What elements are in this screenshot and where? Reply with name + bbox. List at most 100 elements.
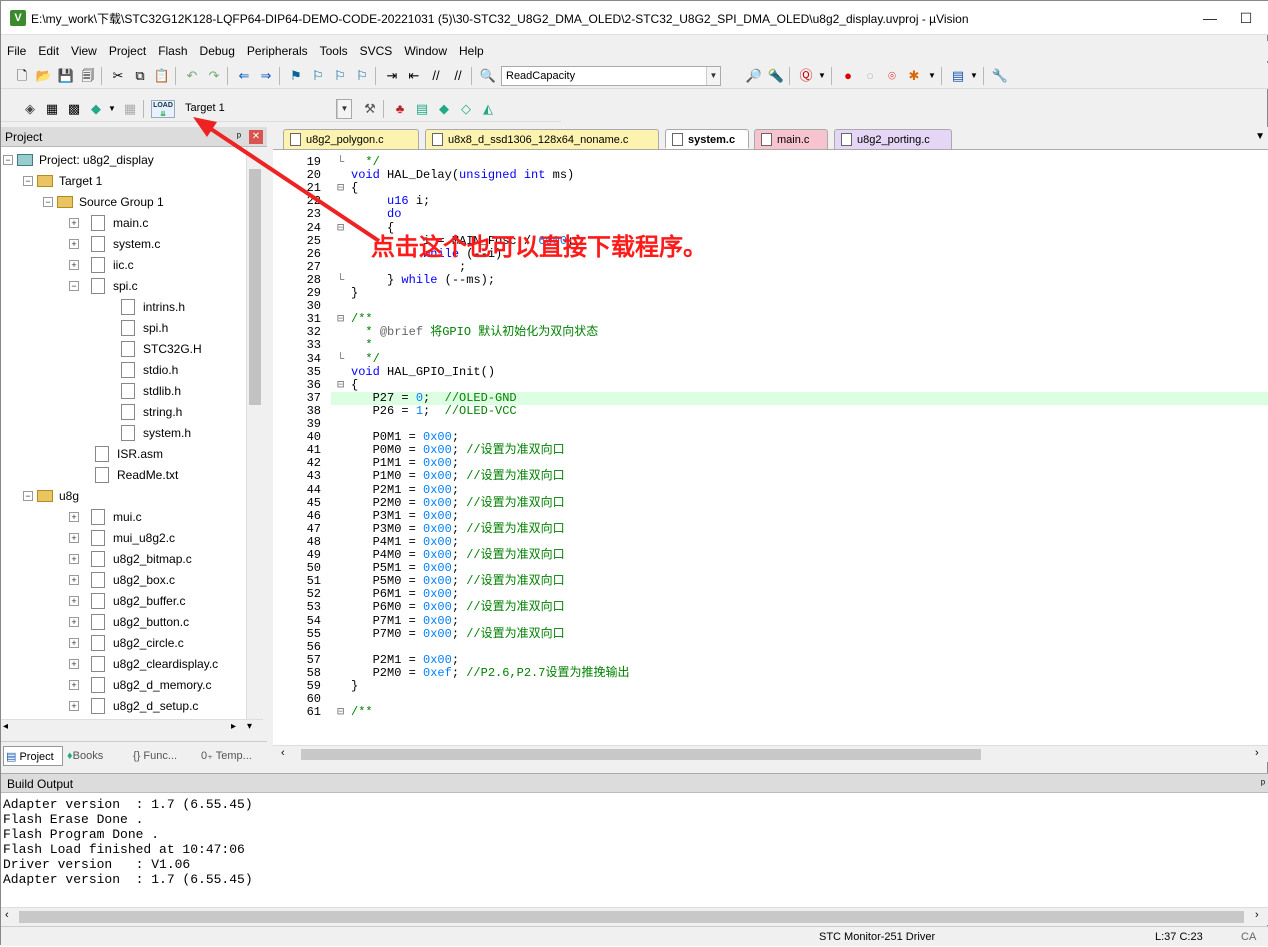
tree-item[interactable]: ReadMe.txt <box>1 464 246 486</box>
expand-icon[interactable]: + <box>69 554 79 564</box>
enable-breakpoint-icon[interactable]: ○ <box>861 67 879 85</box>
manage-components-icon[interactable]: ▤ <box>413 100 431 118</box>
scrollbar-thumb[interactable] <box>19 911 1244 923</box>
menu-flash[interactable]: Flash <box>152 41 193 61</box>
find-combo[interactable]: ReadCapacity ▼ <box>501 66 721 86</box>
chevron-down-icon[interactable]: ▼ <box>923 67 941 85</box>
menu-view[interactable]: View <box>65 41 103 61</box>
chevron-right-icon[interactable]: › <box>1255 747 1259 759</box>
chevron-down-icon[interactable]: ▼ <box>813 67 831 85</box>
fold-marker-icon[interactable]: └ <box>337 353 344 365</box>
expand-icon[interactable]: + <box>69 575 79 585</box>
code-line[interactable]: 60 <box>273 693 1268 705</box>
next-bookmark-icon[interactable]: ⚐ <box>331 67 349 85</box>
tree-item[interactable]: + main.c <box>1 212 246 234</box>
tree-item[interactable]: − spi.c <box>1 275 246 297</box>
comment-icon[interactable]: // <box>427 67 445 85</box>
editor-hscrollbar[interactable]: ‹ › <box>273 745 1268 762</box>
fold-marker-icon[interactable]: └ <box>337 274 344 286</box>
code-line[interactable]: 45 P2M0 = 0x00; //设置为准双向口 <box>273 497 1268 509</box>
expand-icon[interactable]: + <box>69 533 79 543</box>
expand-icon[interactable]: + <box>69 260 79 270</box>
tree-item[interactable]: stdio.h <box>1 359 246 381</box>
build-output-hscrollbar[interactable]: ‹ › <box>1 907 1268 925</box>
expand-icon[interactable]: + <box>69 218 79 228</box>
load-download-icon[interactable]: LOAD ⇊ <box>151 100 175 118</box>
expand-icon[interactable]: + <box>69 239 79 249</box>
code-line[interactable]: 22 u16 i; <box>273 195 1268 207</box>
tab-u8g2_polygon-c[interactable]: u8g2_polygon.c <box>283 129 419 149</box>
chevron-left-icon[interactable]: ‹ <box>5 909 9 921</box>
tab-u8g2_porting-c[interactable]: u8g2_porting.c <box>834 129 952 149</box>
indent-icon[interactable]: ⇥ <box>383 67 401 85</box>
tree-item[interactable]: − u8g <box>1 485 246 507</box>
code-line[interactable]: 35 void HAL_GPIO_Init() <box>273 366 1268 378</box>
target-select-dropdown[interactable]: ▼ <box>336 99 352 119</box>
open-folder-icon[interactable]: 📂 <box>35 67 53 85</box>
fold-marker-icon[interactable]: ⊟ <box>337 182 344 194</box>
new-file-icon[interactable]: 🗋 <box>13 67 31 85</box>
tab-project[interactable]: ▤ Project <box>3 746 63 766</box>
code-line[interactable]: 32 * @brief 将GPIO 默认初始化为双向状态 <box>273 326 1268 338</box>
tab-main-c[interactable]: main.c <box>754 129 828 149</box>
code-line[interactable]: 46 P3M1 = 0x00; <box>273 510 1268 522</box>
chevron-right-icon[interactable]: ▸ <box>231 721 236 732</box>
collapse-icon[interactable]: − <box>23 491 33 501</box>
chevron-left-icon[interactable]: ◂ <box>3 721 8 732</box>
pin-icon[interactable]: ᵖ <box>237 127 241 147</box>
code-line[interactable]: 21 ⊟ { <box>273 182 1268 194</box>
code-line[interactable]: 33 * <box>273 339 1268 351</box>
code-line[interactable]: 27 ; <box>273 261 1268 273</box>
expand-icon[interactable]: + <box>69 638 79 648</box>
code-line[interactable]: 51 P5M0 = 0x00; //设置为准双向口 <box>273 575 1268 587</box>
tree-item[interactable]: spi.h <box>1 317 246 339</box>
stop-build-icon[interactable]: ▦ <box>121 100 139 118</box>
scrollbar-thumb[interactable] <box>301 749 981 760</box>
fold-marker-icon[interactable]: ⊟ <box>337 379 344 391</box>
tree-item[interactable]: + u8g2_circle.c <box>1 632 246 654</box>
code-line[interactable]: 43 P1M0 = 0x00; //设置为准双向口 <box>273 470 1268 482</box>
target-select[interactable]: Target 1 <box>181 99 351 119</box>
tab-functions[interactable]: {} Func... <box>131 746 195 766</box>
navigate-forward-icon[interactable]: ⇒ <box>257 67 275 85</box>
build-icon[interactable]: ▦ <box>43 100 61 118</box>
code-line[interactable]: 59} <box>273 680 1268 692</box>
configuration-wrench-icon[interactable]: 🔧 <box>991 67 1009 85</box>
tree-item[interactable]: − Target 1 <box>1 170 246 192</box>
navigate-back-icon[interactable]: ⇐ <box>235 67 253 85</box>
save-icon[interactable]: 💾 <box>57 67 75 85</box>
fold-marker-icon[interactable]: ⊟ <box>337 706 344 718</box>
scrollbar-thumb[interactable] <box>249 169 261 405</box>
code-line[interactable]: 44 P2M1 = 0x00; <box>273 484 1268 496</box>
tree-item[interactable]: + u8g2_cleardisplay.c <box>1 653 246 675</box>
tab-overflow-icon[interactable]: ▼ <box>1255 131 1265 142</box>
uncomment-icon[interactable]: // <box>449 67 467 85</box>
tree-item[interactable]: − Project: u8g2_display <box>1 149 246 171</box>
unindent-icon[interactable]: ⇤ <box>405 67 423 85</box>
code-line[interactable]: 34 └ */ <box>273 353 1268 365</box>
code-line[interactable]: 37 P27 = 0; //OLED-GND <box>273 392 1268 404</box>
menu-edit[interactable]: Edit <box>32 41 65 61</box>
copy-icon[interactable]: ⧉ <box>131 67 149 85</box>
code-line[interactable]: 31 ⊟ /** <box>273 313 1268 325</box>
tree-item[interactable]: + iic.c <box>1 254 246 276</box>
tree-item[interactable]: system.h <box>1 422 246 444</box>
chevron-down-icon[interactable]: ▼ <box>706 67 720 85</box>
code-line[interactable]: 61 ⊟ /** <box>273 706 1268 718</box>
menu-debug[interactable]: Debug <box>194 41 241 61</box>
tree-item[interactable]: ISR.asm <box>1 443 246 465</box>
code-line[interactable]: 54 P7M1 = 0x00; <box>273 615 1268 627</box>
tree-item[interactable]: + mui.c <box>1 506 246 528</box>
expand-icon[interactable]: + <box>69 701 79 711</box>
chevron-down-icon[interactable]: ▾ <box>247 721 252 732</box>
tab-system-c[interactable]: system.c <box>665 129 749 149</box>
code-line[interactable]: 29} <box>273 287 1268 299</box>
disable-breakpoints-icon[interactable]: ⌾ <box>883 67 901 85</box>
tree-item[interactable]: + system.c <box>1 233 246 255</box>
find-icon[interactable]: 🔦 <box>767 67 785 85</box>
tree-item[interactable]: stdlib.h <box>1 380 246 402</box>
save-all-icon[interactable]: 🗐 <box>79 67 97 85</box>
kill-breakpoints-icon[interactable]: ✱ <box>905 67 923 85</box>
collapse-icon[interactable]: − <box>3 155 13 165</box>
menu-peripherals[interactable]: Peripherals <box>241 41 314 61</box>
